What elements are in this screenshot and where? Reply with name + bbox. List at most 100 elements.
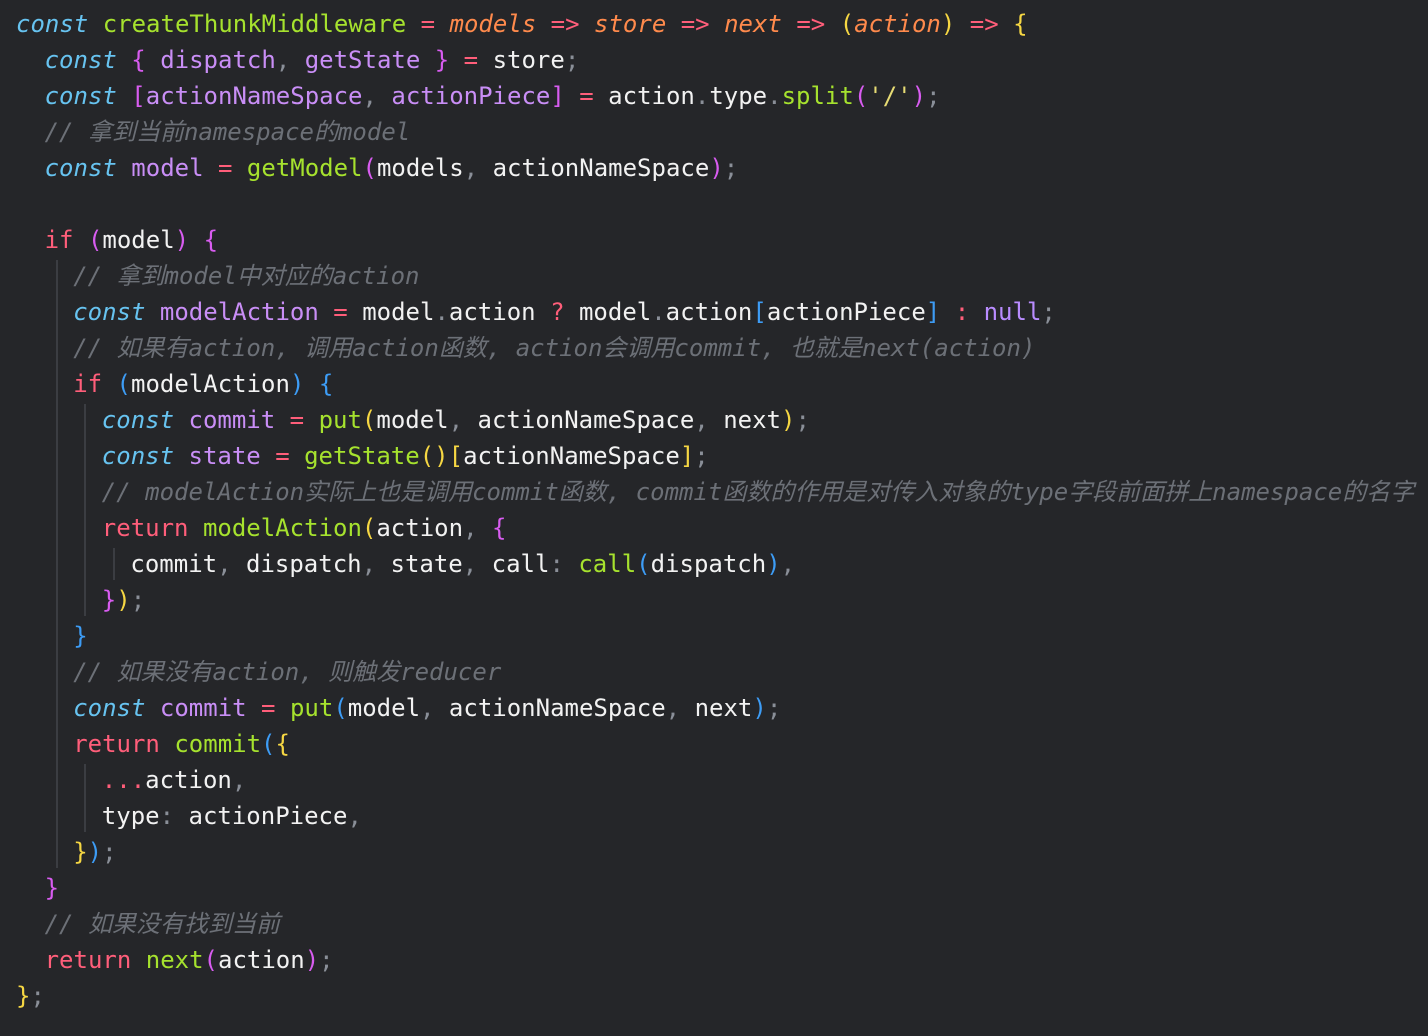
code-token-punc: , [362,82,377,110]
code-token-op: => [969,10,999,38]
code-token-comment: // 如果有action, 调用action函数, action会调用commi… [73,334,1036,362]
code-line[interactable]: // 如果没有找到当前 [45,906,280,942]
code-token-prop: dispatch [650,550,767,578]
code-token-prop: actionNameSpace [448,694,666,722]
code-token-fn: commit [174,730,262,758]
code-line[interactable]: const commit = put(model, actionNameSpac… [73,690,781,726]
code-token-fn: createThunkMiddleware [102,10,407,38]
code-line[interactable]: const state = getState()[actionNameSpace… [102,438,709,474]
code-line[interactable]: const commit = put(model, actionNameSpac… [102,402,810,438]
code-token-kw: const [101,406,175,434]
code-token-var: state [188,442,261,470]
code-editor[interactable]: const createThunkMiddleware = models => … [0,0,1428,1036]
code-token-prop: action [448,298,536,326]
code-line[interactable]: return commit({ [73,726,290,762]
code-line[interactable]: if (modelAction) { [73,366,333,402]
code-token-prop: models [376,154,464,182]
code-line[interactable]: return modelAction(action, { [102,510,507,546]
code-token-prop: action [376,514,464,542]
code-token-op: = [275,442,290,470]
code-token-kw: const [16,10,89,38]
code-line[interactable]: ...action, [102,762,247,798]
code-token-br1: ( [839,10,855,38]
code-line[interactable]: }); [73,834,116,870]
code-token-prop: action [608,82,695,110]
code-token-punc: ; [102,838,117,866]
code-token-br3: ( [116,370,131,398]
code-token-param: next [724,10,782,38]
code-token-br1: ( [361,514,377,542]
code-line[interactable]: const createThunkMiddleware = models => … [16,6,1028,42]
code-token-punc: : [549,550,564,578]
code-token-prop: actionNameSpace [477,406,695,434]
code-token-var: getState [304,46,421,74]
code-token-ctrl: return [73,730,160,758]
code-line[interactable]: // 如果有action, 调用action函数, action会调用commi… [73,330,1035,366]
code-line[interactable]: const { dispatch, getState } = store; [45,42,580,78]
code-line[interactable]: commit, dispatch, state, call: call(disp… [130,546,795,582]
code-token-kw: const [44,46,117,74]
code-line[interactable]: // 拿到model中对应的action [73,258,419,294]
code-token-op: = [579,82,594,110]
code-token-var: actionNameSpace [145,82,363,110]
code-token-punc: ; [1041,298,1056,326]
code-token-fn: next [145,946,204,974]
code-line[interactable]: const modelAction = model.action ? model… [73,294,1056,330]
code-token-br3: ( [261,730,276,758]
code-token-br3: ] [925,298,941,326]
code-token-br2: ) [174,226,190,254]
code-token-prop: model [362,298,435,326]
code-token-prop: actionPiece [766,298,926,326]
code-token-br2: ) [709,154,724,182]
code-line[interactable]: } [73,618,87,654]
code-token-punc: , [347,802,362,830]
code-line[interactable]: // 拿到当前namespace的model [45,114,411,150]
code-line[interactable]: if (model) { [45,222,218,258]
code-line[interactable]: const [actionNameSpace, actionPiece] = a… [45,78,941,114]
code-token-prop: dispatch [246,550,362,578]
code-line[interactable]: // modelAction实际上也是调用commit函数, commit函数的… [102,474,1414,510]
indent-guide [55,260,58,868]
code-token-param: action [854,10,941,38]
code-token-br3: } [73,622,88,650]
code-line[interactable]: } [45,870,59,906]
code-line[interactable]: const model = getModel(models, actionNam… [45,150,739,186]
code-token-punc: , [361,550,377,578]
code-line[interactable]: return next(action); [45,942,334,978]
code-token-op: = [218,154,233,182]
code-token-punc: , [231,766,247,794]
code-line[interactable]: }; [16,978,45,1014]
code-token-br3: ( [333,694,348,722]
code-token-param: models [449,10,537,38]
code-line[interactable]: }); [102,582,145,618]
code-token-punc: ; [926,82,941,110]
code-line[interactable]: // 如果没有action, 则触发reducer [73,654,501,690]
code-token-br2: ] [550,82,565,110]
code-token-br3: ) [752,694,767,722]
code-token-var: dispatch [160,46,276,74]
code-token-br2: ) [304,946,320,974]
code-line[interactable]: type: actionPiece, [102,798,362,834]
